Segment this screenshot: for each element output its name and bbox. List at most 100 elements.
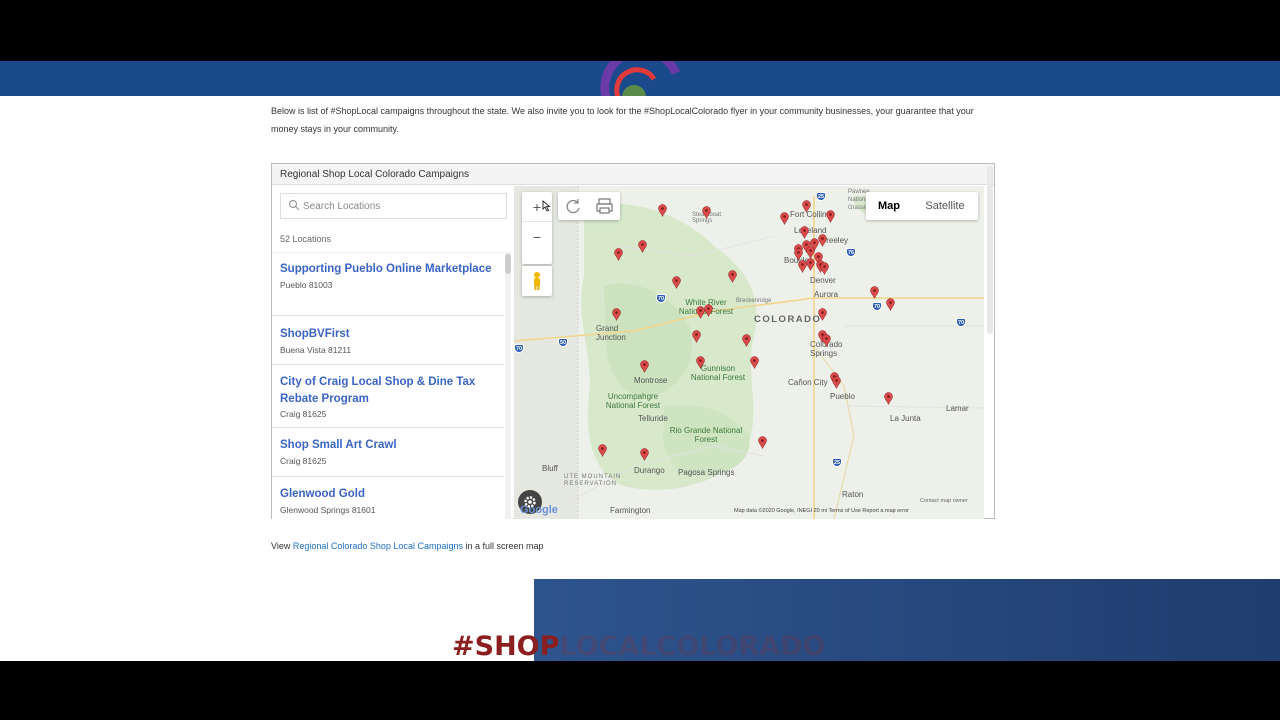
map-pin-icon[interactable] (598, 444, 607, 457)
map-canvas[interactable]: COLORADO Fort Collins Loveland Greeley B… (514, 186, 984, 519)
pegman-icon (534, 272, 540, 290)
map-pin-icon[interactable] (758, 436, 767, 449)
google-logo: Google (520, 504, 558, 516)
map-type-control: Map Satellite (866, 192, 978, 220)
map-pin-icon[interactable] (742, 334, 751, 347)
map-pin-icon[interactable] (826, 210, 835, 223)
location-count: 52 Locations (280, 234, 332, 244)
map-pin-icon[interactable] (658, 204, 667, 217)
map-tools (558, 192, 620, 220)
map-pin-icon[interactable] (672, 276, 681, 289)
zoom-out-button[interactable]: − (522, 222, 552, 252)
map-pin-icon[interactable] (870, 286, 879, 299)
map-city-label: Grand Junction (596, 324, 626, 342)
map-pin-icon[interactable] (886, 298, 895, 311)
map-pin-icon[interactable] (638, 240, 647, 253)
map-pin-icon[interactable] (692, 330, 701, 343)
map-city-label: Denver (810, 276, 836, 285)
print-icon[interactable] (589, 192, 620, 220)
video-frame: Below is list of #ShopLocal campaigns th… (0, 0, 1280, 720)
list-item[interactable]: City of Craig Local Shop & Dine Tax Reba… (272, 365, 504, 428)
map-pin-icon[interactable] (794, 248, 803, 261)
hashtag-banner-text: #SHOPLOCALCOLORADO (452, 631, 826, 661)
map-pin-icon[interactable] (704, 304, 713, 317)
location-sidebar: 52 Locations Supporting Pueblo Online Ma… (272, 186, 513, 519)
mouse-cursor-icon (542, 200, 551, 212)
list-item[interactable]: Glenwood Gold Glenwood Springs 81601 (272, 477, 504, 519)
map-state-label: COLORADO (754, 314, 822, 325)
map-city-label: Pagosa Springs (678, 468, 735, 477)
map-forest-label: UTE MOUNTAIN RESERVATION (564, 474, 622, 487)
web-page: Below is list of #ShopLocal campaigns th… (0, 61, 1280, 661)
link-suffix: in a full screen map (462, 541, 544, 551)
list-scrollbar-thumb[interactable] (505, 254, 511, 274)
list-item[interactable]: ShopBVFirst Buena Vista 81211 (272, 316, 504, 365)
list-item-address: Pueblo 81003 (280, 279, 333, 290)
map-widget: Regional Shop Local Colorado Campaigns 5… (271, 163, 995, 519)
map-pin-icon[interactable] (702, 206, 711, 219)
widget-scrollbar[interactable] (987, 166, 993, 334)
map-pin-icon[interactable] (832, 376, 841, 389)
list-item-title[interactable]: Glenwood Gold (280, 486, 496, 503)
map-pin-icon[interactable] (750, 356, 759, 369)
map-city-label: Farmington (610, 506, 651, 515)
map-pin-icon[interactable] (822, 334, 831, 347)
list-item-title[interactable]: Shop Small Art Crawl (280, 437, 496, 454)
site-logo (600, 61, 680, 96)
map-pin-icon[interactable] (806, 258, 815, 271)
search-box[interactable] (280, 193, 507, 219)
list-item[interactable]: Shop Small Art Crawl Craig 81625 (272, 428, 504, 477)
street-view-pegman[interactable] (522, 266, 552, 296)
map-pin-icon[interactable] (820, 262, 829, 275)
full-screen-map-link[interactable]: Regional Colorado Shop Local Campaigns (293, 541, 463, 551)
list-item-address: Craig 81625 (280, 455, 327, 466)
map-pin-icon[interactable] (612, 308, 621, 321)
map-pin-icon[interactable] (802, 200, 811, 213)
map-pin-icon[interactable] (798, 260, 807, 273)
site-header-bar (0, 61, 1280, 96)
map-city-label: Cañon City (788, 378, 828, 387)
map-city-label: Montrose (634, 376, 668, 385)
map-pin-icon[interactable] (614, 248, 623, 261)
map-pin-icon[interactable] (810, 238, 819, 251)
map-view-button[interactable]: Map (866, 192, 912, 220)
map-forest-label: Rio Grande National Forest (669, 426, 743, 444)
list-item-title[interactable]: City of Craig Local Shop & Dine Tax Reba… (280, 374, 496, 407)
map-city-label: Pueblo (830, 392, 855, 401)
list-scrollbar[interactable] (505, 252, 511, 519)
contact-map-owner-link[interactable]: Contact map owner (920, 498, 968, 504)
map-city-label: Durango (634, 466, 665, 475)
map-pin-icon[interactable] (696, 356, 705, 369)
map-city-label: Breckenridge (736, 298, 772, 304)
list-item-address: Buena Vista 81211 (280, 344, 352, 355)
map-pin-icon[interactable] (640, 448, 649, 461)
list-item-title[interactable]: ShopBVFirst (280, 326, 496, 343)
hashtag-visible: #SHOP (452, 631, 560, 661)
map-city-label: Telluride (638, 414, 668, 423)
map-forest-label: Uncompahgre National Forest (605, 392, 661, 410)
map-pin-icon[interactable] (640, 360, 649, 373)
list-item-address: Glenwood Springs 81601 (280, 504, 376, 515)
hashtag-faded: LOCALCOLORADO (559, 631, 826, 661)
link-prefix: View (271, 541, 293, 551)
search-input[interactable] (303, 198, 499, 214)
intro-paragraph: Below is list of #ShopLocal campaigns th… (271, 106, 974, 134)
map-city-label: Aurora (814, 290, 839, 299)
widget-title: Regional Shop Local Colorado Campaigns (272, 164, 994, 185)
map-pin-icon[interactable] (818, 308, 827, 321)
list-item-address: Craig 81625 (280, 409, 327, 419)
map-pin-icon[interactable] (800, 226, 809, 239)
search-icon (288, 199, 300, 211)
map-city-label: La Junta (890, 414, 921, 423)
list-item[interactable]: Supporting Pueblo Online Marketplace Pue… (272, 253, 504, 316)
map-pin-icon[interactable] (780, 212, 789, 225)
refresh-icon[interactable] (558, 192, 589, 220)
map-pin-icon[interactable] (818, 234, 827, 247)
list-item-title[interactable]: Supporting Pueblo Online Marketplace (280, 261, 496, 278)
map-pin-icon[interactable] (728, 270, 737, 283)
map-city-label: Lamar (946, 404, 969, 413)
map-pin-icon[interactable] (884, 392, 893, 405)
map-city-label: Raton (842, 490, 864, 499)
satellite-view-button[interactable]: Satellite (912, 192, 978, 220)
location-list: Supporting Pueblo Online Marketplace Pue… (272, 252, 504, 519)
